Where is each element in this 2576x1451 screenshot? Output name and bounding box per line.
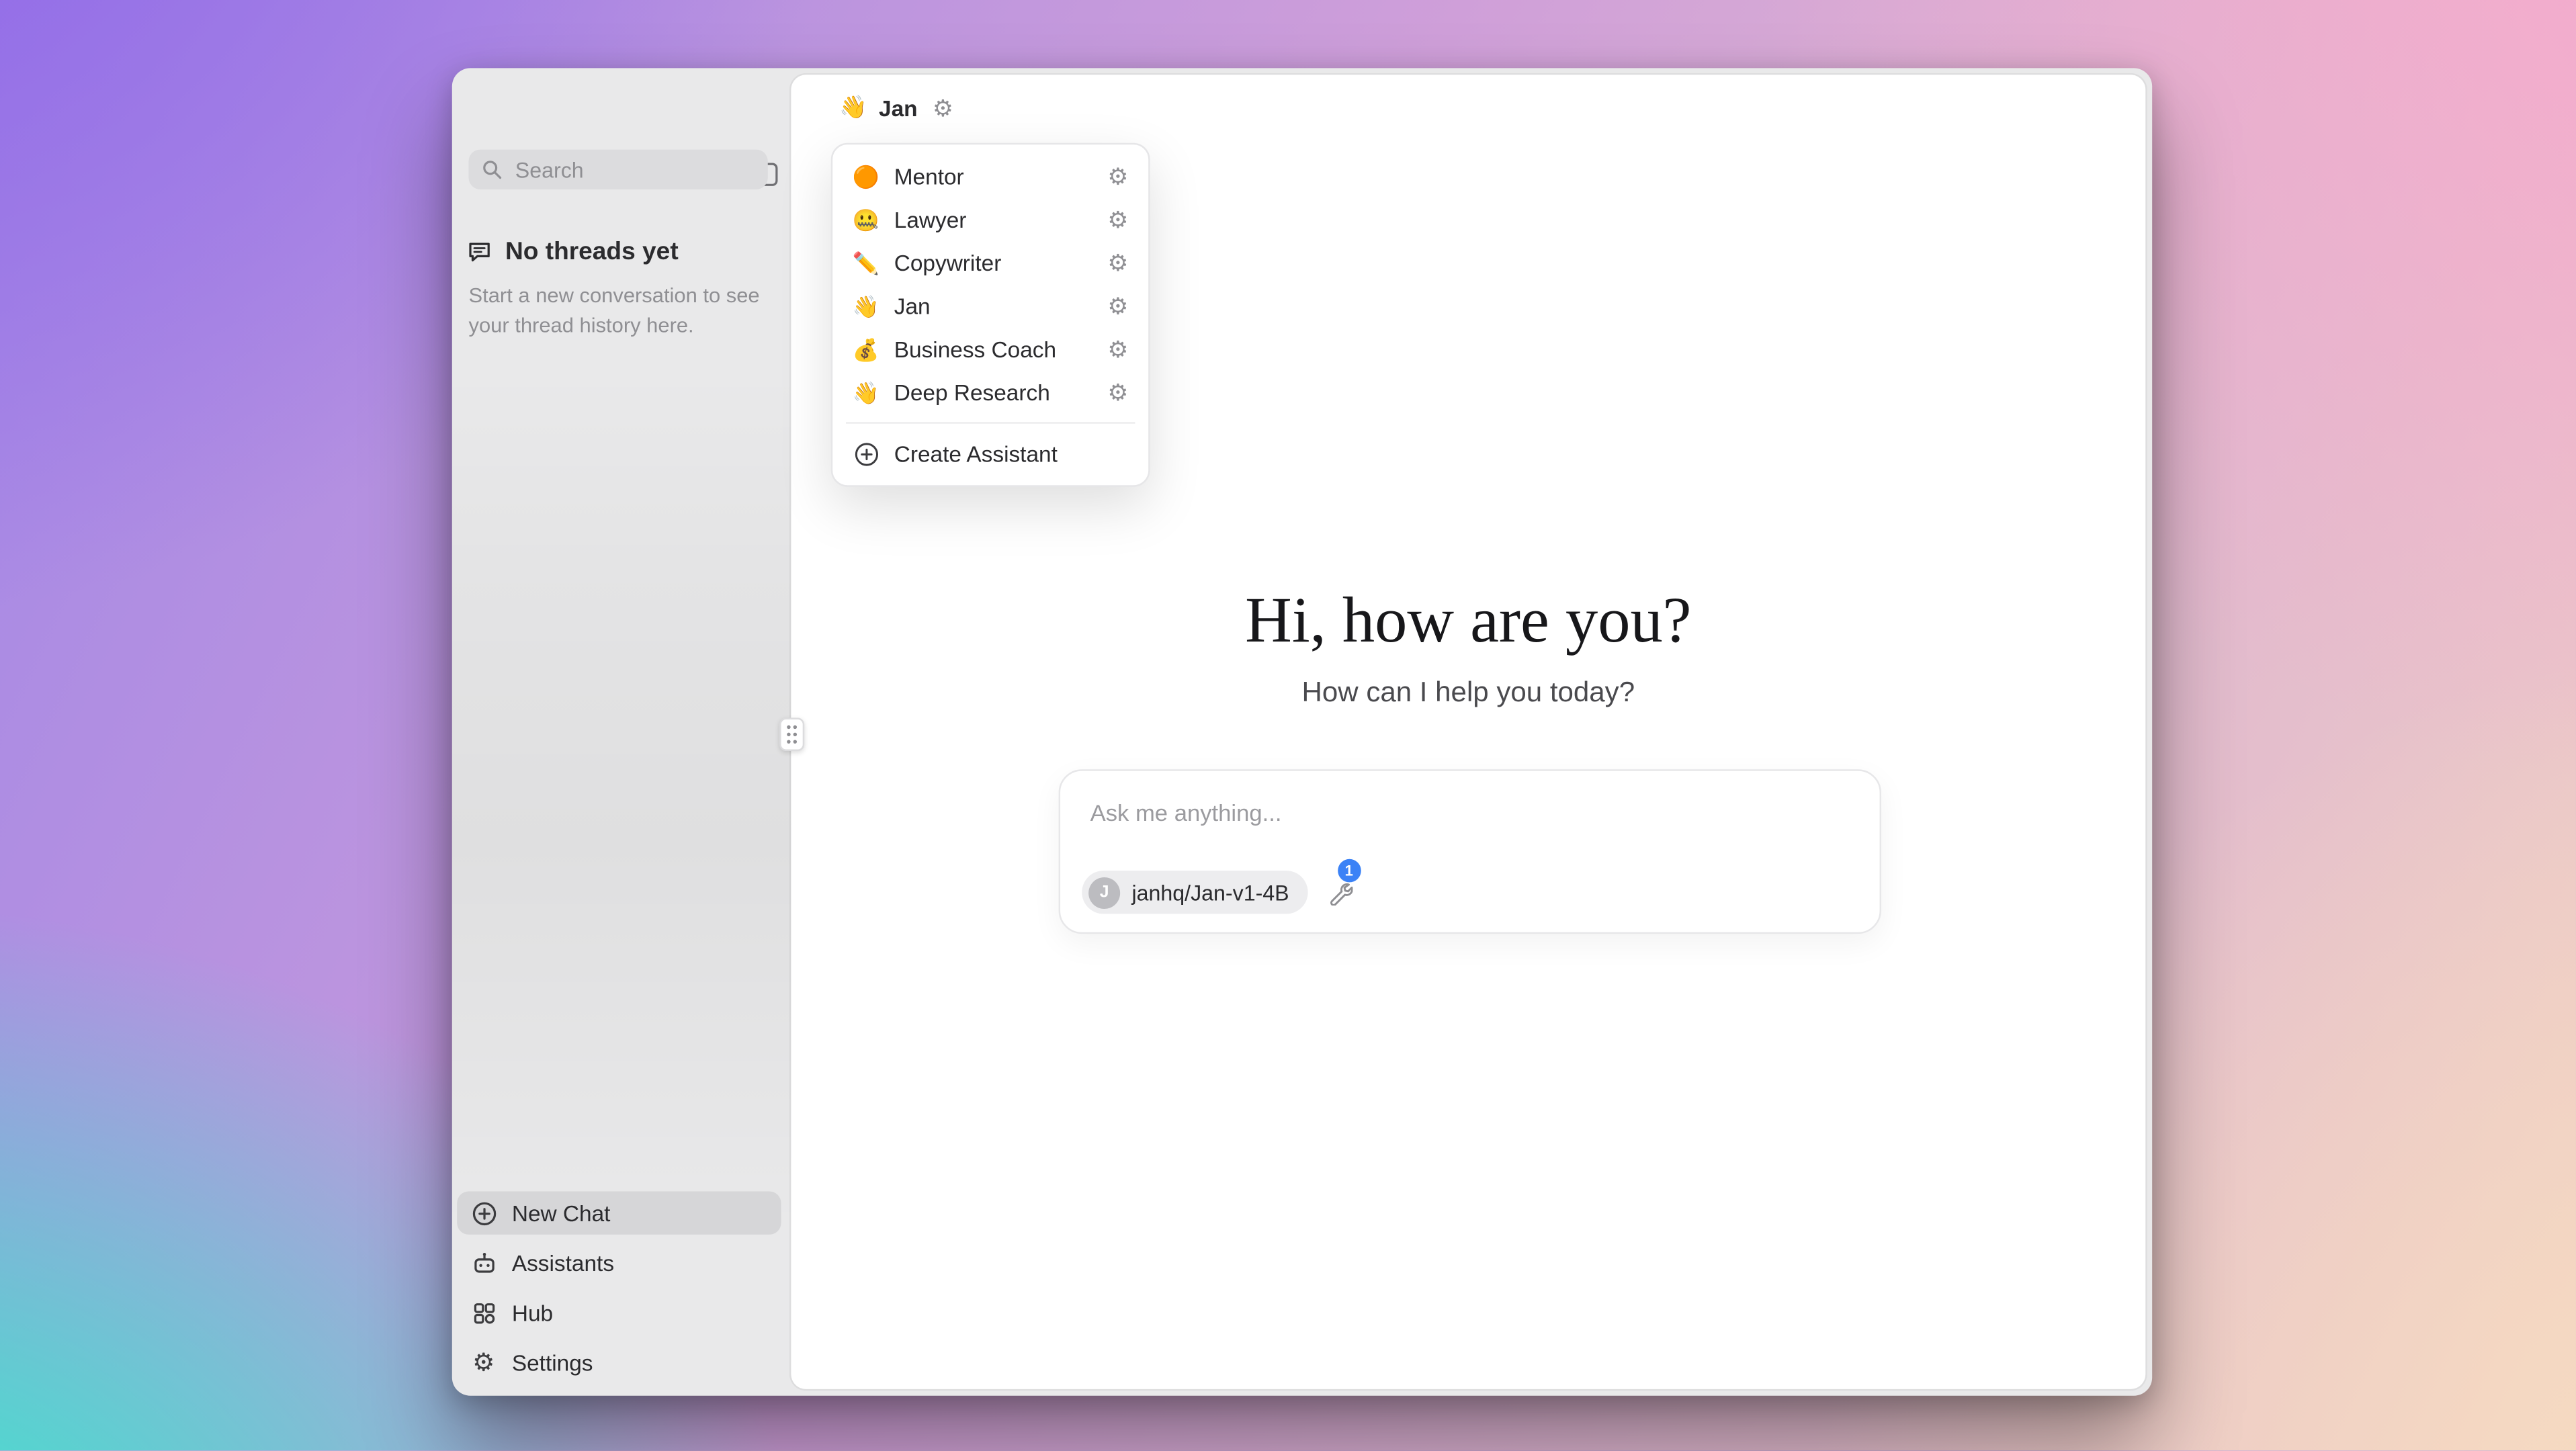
menu-item-label: Business Coach [894,337,1056,361]
hub-grid-icon [470,1301,497,1325]
search-box[interactable] [469,150,768,189]
sidebar-item-label: Settings [512,1350,593,1375]
search-icon [482,159,502,179]
menu-item-copywriter[interactable]: ✏️ Copywriter ⚙ [843,241,1138,284]
tools-count-badge: 1 [1337,859,1361,883]
menu-item-business-coach[interactable]: 💰 Business Coach ⚙ [843,327,1138,370]
gear-icon[interactable]: ⚙ [1107,165,1128,188]
gear-icon[interactable]: ⚙ [1107,380,1128,404]
menu-item-label: Deep Research [894,380,1050,404]
deep-research-emoji-icon: 👋 [853,382,879,403]
tools-button[interactable]: 1 [1326,877,1356,908]
sidebar-nav: New Chat Assistants [457,1191,781,1384]
menu-item-label: Jan [894,294,931,318]
sidebar: No threads yet Start a new conversation … [452,68,791,1395]
assistant-dropdown-menu: 🟠 Mentor ⚙ 🤐 Lawyer ⚙ ✏️ Copywriter ⚙ 👋 … [831,143,1150,487]
menu-item-lawyer[interactable]: 🤐 Lawyer ⚙ [843,197,1138,240]
empty-state-title: No threads yet [505,238,679,266]
chat-header: 👋 Jan ⚙ [791,75,2145,141]
menu-item-label: Lawyer [894,207,967,232]
settings-gear-icon: ⚙ [470,1350,497,1375]
sidebar-item-label: Hub [512,1301,553,1325]
sidebar-item-label: New Chat [512,1200,611,1225]
composer-toolbar: J janhq/Jan-v1-4B 1 [1082,871,1355,914]
main-panel: 👋 Jan ⚙ 🟠 Mentor ⚙ 🤐 Lawyer ⚙ ✏️ [791,75,2145,1389]
model-name: janhq/Jan-v1-4B [1131,880,1289,905]
model-selector[interactable]: J janhq/Jan-v1-4B [1082,871,1307,914]
jan-emoji-icon: 👋 [853,295,879,316]
sidebar-texture [452,367,791,1231]
lawyer-emoji-icon: 🤐 [853,208,879,230]
welcome-block: Hi, how are you? How can I help you toda… [791,582,2145,709]
jan-app-window: No threads yet Start a new conversation … [452,68,2152,1395]
plus-circle-icon [853,441,879,466]
create-assistant-label: Create Assistant [894,441,1058,466]
menu-item-deep-research[interactable]: 👋 Deep Research ⚙ [843,371,1138,414]
sidebar-resize-handle[interactable] [779,718,804,751]
threads-empty-state: No threads yet Start a new conversation … [467,238,775,341]
sidebar-item-label: Assistants [512,1250,614,1275]
empty-state-subtitle: Start a new conversation to see your thr… [467,281,775,341]
assistant-selector[interactable]: 👋 Jan [839,95,917,122]
mentor-emoji-icon: 🟠 [853,165,879,187]
desktop: No threads yet Start a new conversation … [0,0,2576,1450]
menu-item-label: Mentor [894,164,964,189]
welcome-title: Hi, how are you? [791,582,2145,662]
assistant-settings-icon[interactable]: ⚙ [933,96,953,120]
create-assistant-button[interactable]: Create Assistant [843,432,1138,475]
plus-circle-icon [470,1200,497,1225]
menu-item-jan[interactable]: 👋 Jan ⚙ [843,284,1138,327]
assistant-emoji: 👋 [839,95,867,122]
search-input[interactable] [512,155,755,183]
wrench-icon [1328,880,1353,905]
menu-item-label: Copywriter [894,250,1002,275]
sidebar-item-settings[interactable]: ⚙ Settings [457,1341,781,1384]
welcome-subtitle: How can I help you today? [791,676,2145,709]
sidebar-item-new-chat[interactable]: New Chat [457,1191,781,1234]
model-avatar: J [1088,877,1120,908]
assistant-robot-icon [470,1250,497,1275]
chat-bubble-icon [467,239,492,264]
message-composer[interactable]: J janhq/Jan-v1-4B 1 [1059,769,1881,934]
gear-icon[interactable]: ⚙ [1107,294,1128,318]
gear-icon[interactable]: ⚙ [1107,337,1128,361]
gear-icon[interactable]: ⚙ [1107,208,1128,231]
copywriter-emoji-icon: ✏️ [853,252,879,273]
sidebar-item-assistants[interactable]: Assistants [457,1241,781,1284]
assistant-name: Jan [879,95,918,120]
business-coach-emoji-icon: 💰 [853,338,879,359]
message-input[interactable] [1087,797,1853,828]
gear-icon[interactable]: ⚙ [1107,251,1128,274]
sidebar-item-hub[interactable]: Hub [457,1291,781,1334]
menu-item-mentor[interactable]: 🟠 Mentor ⚙ [843,155,1138,197]
menu-divider [846,422,1135,423]
